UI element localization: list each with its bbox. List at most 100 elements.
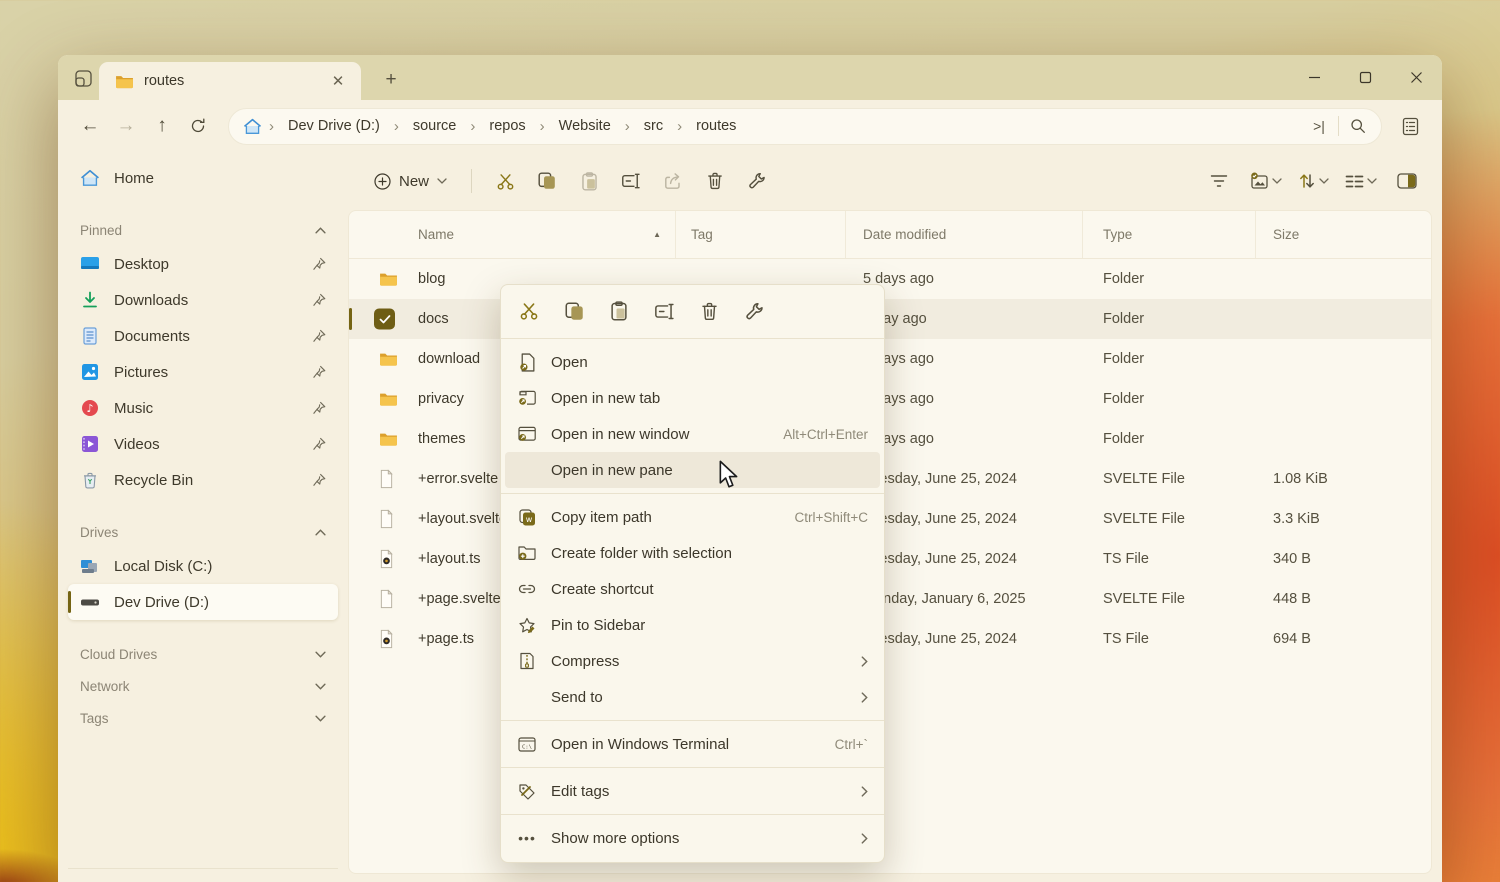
properties-button[interactable] xyxy=(736,294,772,328)
close-button[interactable] xyxy=(1391,55,1442,99)
pin-icon[interactable] xyxy=(312,437,326,451)
properties-button[interactable] xyxy=(736,162,778,200)
menu-item-open[interactable]: Open xyxy=(501,344,884,380)
selected-checkbox[interactable] xyxy=(374,308,395,330)
address-bar[interactable]: › Dev Drive (D:) › source › repos › Webs… xyxy=(228,107,1382,145)
menu-item-create-shortcut[interactable]: Create shortcut xyxy=(501,571,884,607)
menu-item-compress[interactable]: Compress xyxy=(501,643,884,679)
back-button[interactable]: ← xyxy=(72,109,108,143)
details-view-icon xyxy=(1345,175,1364,187)
sidebar-section-drives[interactable]: Drives xyxy=(68,516,338,548)
breadcrumb-routes[interactable]: routes xyxy=(687,114,745,138)
section-label: Tags xyxy=(80,710,109,726)
column-header-size[interactable]: Size xyxy=(1256,211,1431,258)
column-header-date-modified[interactable]: Date modified xyxy=(846,211,1083,258)
sidebar-item-home[interactable]: Home xyxy=(68,160,338,196)
sidebar-item-recycle-bin[interactable]: Recycle Bin xyxy=(68,462,338,498)
breadcrumb-website[interactable]: Website xyxy=(550,114,620,138)
rename-button[interactable] xyxy=(610,162,652,200)
sidebar-item-local-disk-c[interactable]: Local Disk (C:) xyxy=(68,548,338,584)
menu-item-send-to[interactable]: Send to xyxy=(501,679,884,715)
copy-button[interactable] xyxy=(556,294,592,328)
search-icon xyxy=(1351,119,1365,133)
minimize-button[interactable] xyxy=(1289,55,1340,99)
menu-shortcut: Ctrl+Shift+C xyxy=(794,509,868,525)
sidebar-item-downloads[interactable]: Downloads xyxy=(68,282,338,318)
jump-to-end-button[interactable]: >| xyxy=(1302,111,1336,141)
new-button[interactable]: New xyxy=(362,163,459,199)
search-button[interactable] xyxy=(1341,111,1375,141)
rename-button[interactable] xyxy=(646,294,682,328)
column-header-name[interactable]: Name ▲ xyxy=(349,211,676,258)
new-button-label: New xyxy=(399,172,430,190)
sidebar-item-videos[interactable]: Videos xyxy=(68,426,338,462)
sidebar-item-dev-drive-d[interactable]: Dev Drive (D:) xyxy=(68,584,338,620)
task-queue-button[interactable] xyxy=(1392,109,1428,143)
menu-item-create-folder-with-selection[interactable]: Create folder with selection xyxy=(501,535,884,571)
share-button[interactable] xyxy=(652,162,694,200)
wrench-icon xyxy=(745,302,764,321)
sidebar-section-pinned[interactable]: Pinned xyxy=(68,214,338,246)
menu-item-pin-to-sidebar[interactable]: Pin to Sidebar xyxy=(501,607,884,643)
cut-button[interactable] xyxy=(511,294,547,328)
menu-item-open-in-new-window[interactable]: Open in new window Alt+Ctrl+Enter xyxy=(501,416,884,452)
pin-icon[interactable] xyxy=(312,257,326,271)
folder-icon xyxy=(379,392,398,407)
open-icon xyxy=(519,352,534,372)
sidebar-item-pictures[interactable]: Pictures xyxy=(68,354,338,390)
breadcrumb-repos[interactable]: repos xyxy=(480,114,534,138)
copy-button[interactable] xyxy=(526,162,568,200)
menu-item-open-in-windows-terminal[interactable]: C:\ Open in Windows Terminal Ctrl+` xyxy=(501,726,884,762)
tab-list-button[interactable] xyxy=(69,64,97,92)
menu-item-open-in-new-tab[interactable]: Open in new tab xyxy=(501,380,884,416)
paste-button[interactable] xyxy=(568,162,610,200)
menu-divider xyxy=(501,720,884,721)
layout-button[interactable] xyxy=(1338,162,1384,200)
chevron-down-icon xyxy=(1367,178,1377,184)
forward-button[interactable]: → xyxy=(108,109,144,143)
sidebar-section-network[interactable]: Network xyxy=(68,670,338,702)
pin-icon[interactable] xyxy=(312,401,326,415)
sidebar-section-cloud-drives[interactable]: Cloud Drives xyxy=(68,638,338,670)
home-icon[interactable] xyxy=(243,118,262,135)
column-header-type[interactable]: Type xyxy=(1083,211,1256,258)
menu-item-label: Compress xyxy=(551,652,620,670)
menu-item-copy-item-path[interactable]: w Copy item path Ctrl+Shift+C xyxy=(501,499,884,535)
refresh-button[interactable] xyxy=(180,109,216,143)
pin-icon[interactable] xyxy=(312,329,326,343)
breadcrumb-dev-drive[interactable]: Dev Drive (D:) xyxy=(279,114,389,138)
tab-close-button[interactable]: ✕ xyxy=(325,68,351,94)
pin-icon[interactable] xyxy=(312,365,326,379)
file-icon xyxy=(379,470,394,489)
filter-button[interactable] xyxy=(1198,162,1240,200)
cut-icon xyxy=(520,302,538,320)
pin-icon[interactable] xyxy=(312,473,326,487)
breadcrumb-src[interactable]: src xyxy=(635,114,672,138)
sidebar-item-documents[interactable]: Documents xyxy=(68,318,338,354)
sort-icon xyxy=(1300,174,1314,188)
cut-button[interactable] xyxy=(484,162,526,200)
sidebar-section-tags[interactable]: Tags xyxy=(68,702,338,734)
sidebar-item-desktop[interactable]: Desktop xyxy=(68,246,338,282)
preview-pane-toggle[interactable] xyxy=(1386,162,1428,200)
breadcrumb-source[interactable]: source xyxy=(404,114,466,138)
delete-button[interactable] xyxy=(694,162,736,200)
sort-button[interactable] xyxy=(1291,162,1336,200)
menu-item-show-more-options[interactable]: ••• Show more options xyxy=(501,820,884,856)
paste-button[interactable] xyxy=(601,294,637,328)
column-header-tag[interactable]: Tag xyxy=(676,211,846,258)
menu-item-open-in-new-pane[interactable]: Open in new pane xyxy=(505,452,880,488)
pin-icon[interactable] xyxy=(312,293,326,307)
file-type: SVELTE File xyxy=(1103,511,1185,527)
menu-item-label: Open in Windows Terminal xyxy=(551,735,730,753)
delete-button[interactable] xyxy=(691,294,727,328)
view-mode-button[interactable] xyxy=(1242,162,1289,200)
column-label: Date modified xyxy=(863,227,947,242)
tab-routes[interactable]: routes ✕ xyxy=(99,62,361,100)
sidebar-item-music[interactable]: ♪ Music xyxy=(68,390,338,426)
maximize-button[interactable] xyxy=(1340,55,1391,99)
file-name: privacy xyxy=(418,391,464,407)
menu-item-edit-tags[interactable]: Edit tags xyxy=(501,773,884,809)
new-tab-button[interactable]: + xyxy=(376,65,406,95)
up-button[interactable]: ↑ xyxy=(144,109,180,143)
